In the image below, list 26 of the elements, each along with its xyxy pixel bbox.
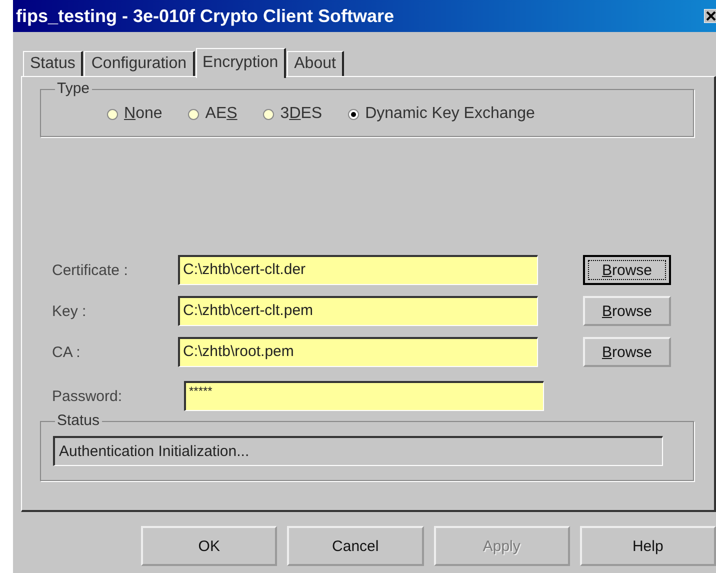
- input-field[interactable]: C:\zhtb\cert-clt.pem: [178, 296, 538, 326]
- window-title: fips_testing - 3e-010f Crypto Client Software: [16, 6, 394, 26]
- tab[interactable]: Status: [23, 51, 84, 76]
- field-label: Certificate :: [51, 262, 129, 278]
- dialog-button[interactable]: OK: [141, 526, 278, 566]
- input-field[interactable]: C:\zhtb\root.pem: [178, 337, 538, 367]
- browse-button[interactable]: Browse: [583, 255, 671, 285]
- dialog-button[interactable]: Cancel: [287, 526, 424, 566]
- field-label: Password:: [51, 388, 124, 404]
- radio-option[interactable]: Dynamic Key Exchange: [348, 105, 535, 123]
- radio-option[interactable]: 3DES: [263, 105, 322, 123]
- tab[interactable]: Configuration: [84, 51, 195, 76]
- input-field[interactable]: *****: [184, 381, 544, 411]
- radio-option[interactable]: None: [107, 105, 162, 123]
- field-label: CA :: [51, 344, 82, 360]
- close-icon[interactable]: [704, 9, 716, 23]
- dialog-button[interactable]: Help: [580, 526, 716, 566]
- tab[interactable]: Encryption: [196, 48, 286, 78]
- browse-button[interactable]: Browse: [583, 296, 671, 326]
- radio-option[interactable]: AES: [188, 105, 238, 123]
- field-label: Key :: [51, 302, 88, 320]
- status-message: Authentication Initialization...: [53, 436, 663, 466]
- tab[interactable]: About: [287, 51, 344, 76]
- browse-button[interactable]: Browse: [583, 337, 671, 367]
- input-field[interactable]: C:\zhtb\cert-clt.der: [178, 255, 538, 285]
- group-title: Type: [55, 80, 92, 97]
